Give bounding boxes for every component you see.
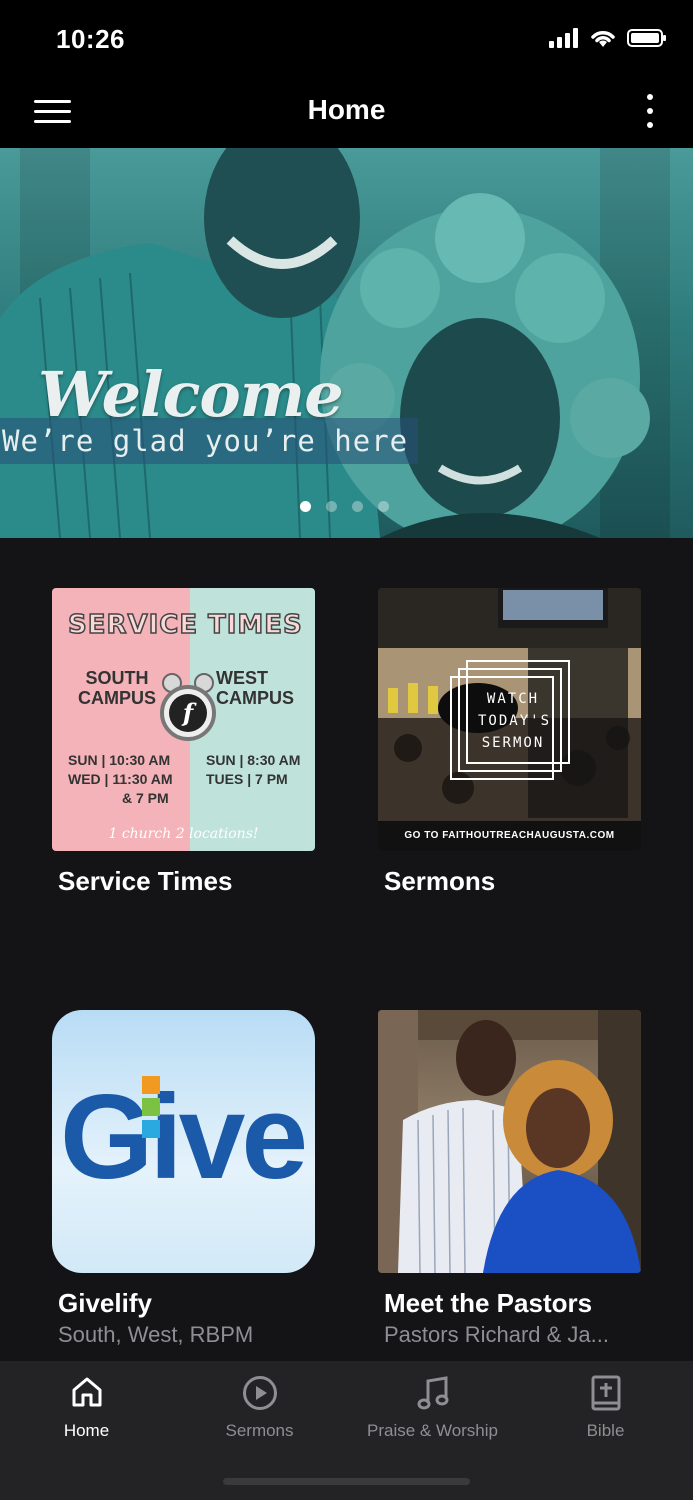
service-times-thumbnail: SERVICE TIMES SOUTH CAMPUS WEST CAMPUS f S…	[52, 588, 315, 851]
tab-label: Sermons	[225, 1421, 294, 1440]
service-heading: SERVICE	[67, 609, 199, 641]
watch-sermon-text: WATCH TODAY'S SERMON	[478, 691, 552, 751]
tile-subtitle: Pastors Richard & Ja...	[384, 1322, 609, 1347]
givelify-logo-accent	[142, 1076, 160, 1138]
carousel-indicator	[300, 501, 389, 512]
givelify-thumbnail: Give	[52, 1010, 315, 1273]
tab-label: Home	[63, 1421, 110, 1440]
service-times-footer: 1 church 2 locations!	[108, 826, 259, 842]
more-options-icon[interactable]	[643, 94, 657, 132]
tile-title: Sermons	[384, 866, 496, 896]
tile-title: Givelify	[58, 1288, 152, 1318]
tile-subtitle: South, West, RBPM	[58, 1322, 254, 1347]
music-note-icon	[417, 1376, 448, 1410]
bible-icon	[591, 1375, 620, 1411]
status-bar: 10:26	[0, 0, 693, 80]
tile-sermons[interactable]: WATCH TODAY'S SERMON GO TO FAITHOUTREACH…	[378, 588, 641, 896]
hero-subheading: We’re glad you’re here	[2, 424, 409, 458]
alarm-clock-icon: f	[160, 673, 216, 741]
home-icon	[72, 1377, 101, 1407]
tile-service-times[interactable]: SERVICE TIMES SOUTH CAMPUS WEST CAMPUS f S…	[52, 588, 315, 896]
tile-givelify[interactable]: Give Givelify South, West, RBPM	[52, 1010, 315, 1347]
play-circle-icon	[242, 1376, 277, 1410]
west-schedule: SUN | 8:30 AM TUES | 7 PM	[206, 752, 301, 787]
status-time: 10:26	[56, 24, 125, 54]
pastors-thumbnail	[378, 1010, 641, 1273]
hero-pastors-photo	[0, 148, 650, 538]
carousel-dot[interactable]	[300, 501, 311, 512]
status-icons	[549, 28, 667, 48]
tab-sermons[interactable]: Sermons	[173, 1361, 346, 1461]
sermons-thumbnail-footer: GO TO FAITHOUTREACHAUGUSTA.COM	[378, 821, 641, 851]
page-title: Home	[307, 94, 386, 125]
tab-praise-worship[interactable]: Praise & Worship	[346, 1361, 519, 1461]
sermons-thumbnail: WATCH TODAY'S SERMON GO TO FAITHOUTREACH…	[378, 588, 641, 851]
south-campus-label: SOUTH CAMPUS	[77, 668, 156, 708]
tile-title: Service Times	[58, 866, 233, 896]
tab-bible[interactable]: Bible	[519, 1361, 692, 1461]
tab-home[interactable]: Home	[0, 1361, 173, 1461]
tile-meet-the-pastors[interactable]: Meet the Pastors Pastors Richard & Ja...	[378, 1010, 641, 1347]
cellular-signal-icon	[549, 28, 578, 48]
battery-icon	[627, 29, 666, 47]
hero-carousel[interactable]: Welcome We’re glad you’re here	[0, 148, 693, 538]
carousel-dot[interactable]	[378, 501, 389, 512]
times-heading: TIMES	[207, 609, 303, 641]
tile-title: Meet the Pastors	[384, 1288, 593, 1318]
tab-label: Praise & Worship	[366, 1421, 498, 1440]
south-schedule: SUN | 10:30 AM WED | 11:30 AM & 7 PM	[68, 752, 173, 806]
give-logo-text: Give	[60, 1070, 308, 1204]
pastors-photo	[378, 1010, 641, 1273]
tab-label: Bible	[586, 1421, 625, 1440]
west-campus-label: WEST CAMPUS	[216, 668, 295, 708]
app-bar: Home	[0, 80, 693, 148]
carousel-dot[interactable]	[352, 501, 363, 512]
carousel-dot[interactable]	[326, 501, 337, 512]
wifi-icon	[591, 31, 615, 47]
hero-subheading-band: We’re glad you’re here	[0, 418, 419, 464]
home-indicator[interactable]	[223, 1478, 470, 1485]
